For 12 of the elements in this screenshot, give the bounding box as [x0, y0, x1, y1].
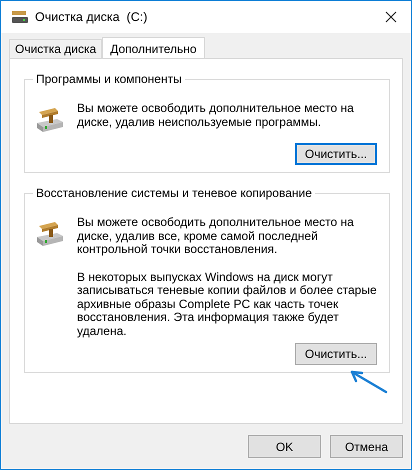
description-text: Вы можете освободить дополнительное место на диске, удалив все, кроме самой последней контрольной точки восстановления. — [77, 216, 355, 256]
tab[interactable]: Очистка диска — [9, 39, 102, 58]
description-text: В некоторых выпусках Windows на диск могут записываться теневые копии файлов и более старые архивные образы Complete PC как часть точек восстановления. Эта информация также будет удалена. — [77, 270, 377, 338]
group-title: Программы и компоненты — [33, 72, 185, 86]
clean-up-button[interactable]: Очистить... — [295, 143, 377, 165]
group-title: Восстановление системы и теневое копирование — [33, 186, 315, 200]
clean-up-button[interactable]: Очистить... — [295, 343, 377, 365]
tab[interactable]: Дополнительно — [102, 37, 205, 59]
window-title: Очистка диска (C:) — [35, 10, 148, 24]
dialog-button[interactable]: OK — [248, 435, 321, 458]
dialog-button[interactable]: Отмена — [330, 435, 403, 458]
description-text: Вы можете освободить дополнительное место на диске, удалив неиспользуемые программы. — [77, 102, 355, 129]
